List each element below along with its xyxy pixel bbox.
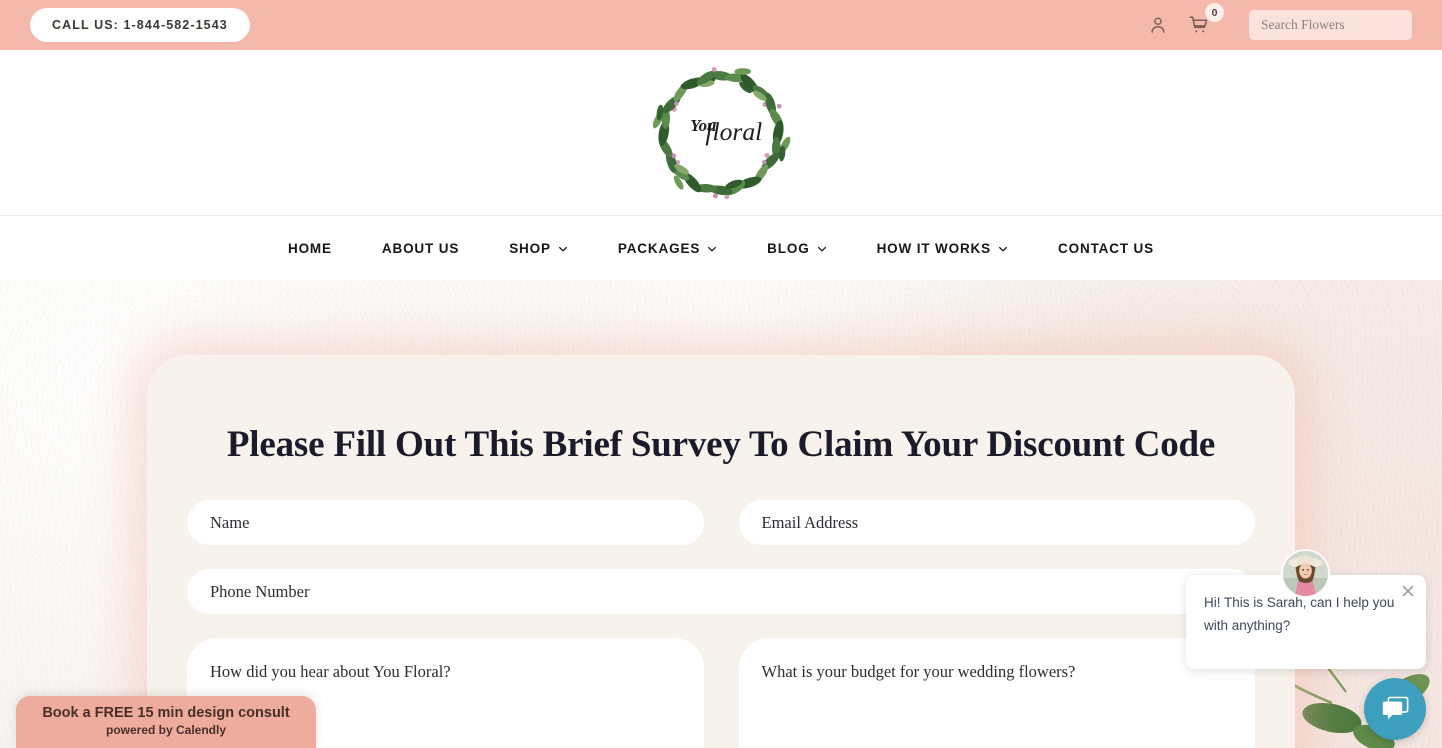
site-logo[interactable]: You floral bbox=[642, 59, 800, 207]
email-input[interactable] bbox=[738, 500, 1255, 545]
nav-label: ABOUT US bbox=[381, 240, 460, 256]
top-announcement-bar: CALL US: 1-844-582-1543 0 bbox=[0, 0, 1442, 50]
close-icon[interactable] bbox=[1400, 583, 1416, 599]
nav-item-home[interactable]: HOME bbox=[270, 241, 350, 256]
hero-section: Please Fill Out This Brief Survey To Cla… bbox=[0, 280, 1442, 748]
nav-label: HOW IT WORKS bbox=[876, 240, 992, 256]
nav-label: BLOG bbox=[767, 240, 810, 256]
main-navigation: HOME ABOUT US SHOP PACKAGES BLOG HOW IT … bbox=[0, 215, 1442, 280]
survey-card: Please Fill Out This Brief Survey To Cla… bbox=[147, 355, 1295, 748]
cart-count-badge: 0 bbox=[1205, 3, 1224, 22]
form-row-questions bbox=[187, 638, 1255, 748]
phone-input[interactable] bbox=[187, 569, 1255, 614]
nav-label: HOME bbox=[287, 240, 332, 256]
shopping-cart-icon[interactable]: 0 bbox=[1185, 3, 1224, 39]
chevron-down-icon bbox=[998, 244, 1008, 254]
nav-label: CONTACT US bbox=[1058, 240, 1155, 256]
chevron-down-icon bbox=[817, 244, 827, 254]
page-title: Please Fill Out This Brief Survey To Cla… bbox=[226, 424, 1216, 465]
call-us-button[interactable]: CALL US: 1-844-582-1543 bbox=[30, 8, 250, 42]
chevron-down-icon bbox=[558, 244, 568, 254]
sarah-avatar bbox=[1281, 549, 1330, 598]
budget-textarea[interactable] bbox=[738, 638, 1255, 748]
form-row-name-email bbox=[187, 500, 1255, 545]
calendly-booking-badge[interactable]: Book a FREE 15 min design consult powere… bbox=[16, 696, 316, 748]
nav-item-shop[interactable]: SHOP bbox=[491, 241, 586, 256]
name-input[interactable] bbox=[187, 500, 704, 545]
nav-item-about-us[interactable]: ABOUT US bbox=[364, 241, 477, 256]
nav-item-how-it-works[interactable]: HOW IT WORKS bbox=[859, 241, 1026, 256]
topbar-actions: 0 bbox=[1145, 3, 1412, 40]
form-row-phone bbox=[187, 569, 1255, 614]
logo-word-floral: floral bbox=[705, 116, 762, 145]
chevron-down-icon bbox=[707, 244, 717, 254]
nav-label: PACKAGES bbox=[617, 240, 701, 256]
chat-launcher-button[interactable] bbox=[1364, 678, 1426, 740]
calendly-subtitle: powered by Calendly bbox=[105, 723, 227, 738]
calendly-title: Book a FREE 15 min design consult bbox=[42, 705, 290, 721]
person-icon[interactable] bbox=[1145, 12, 1171, 38]
nav-item-contact-us[interactable]: CONTACT US bbox=[1040, 241, 1172, 256]
search-input[interactable] bbox=[1249, 10, 1412, 40]
chat-bubbles-icon bbox=[1382, 696, 1409, 720]
nav-item-packages[interactable]: PACKAGES bbox=[600, 241, 735, 256]
nav-label: SHOP bbox=[509, 240, 551, 256]
nav-item-blog[interactable]: BLOG bbox=[749, 241, 844, 256]
site-header: You floral bbox=[0, 50, 1442, 215]
